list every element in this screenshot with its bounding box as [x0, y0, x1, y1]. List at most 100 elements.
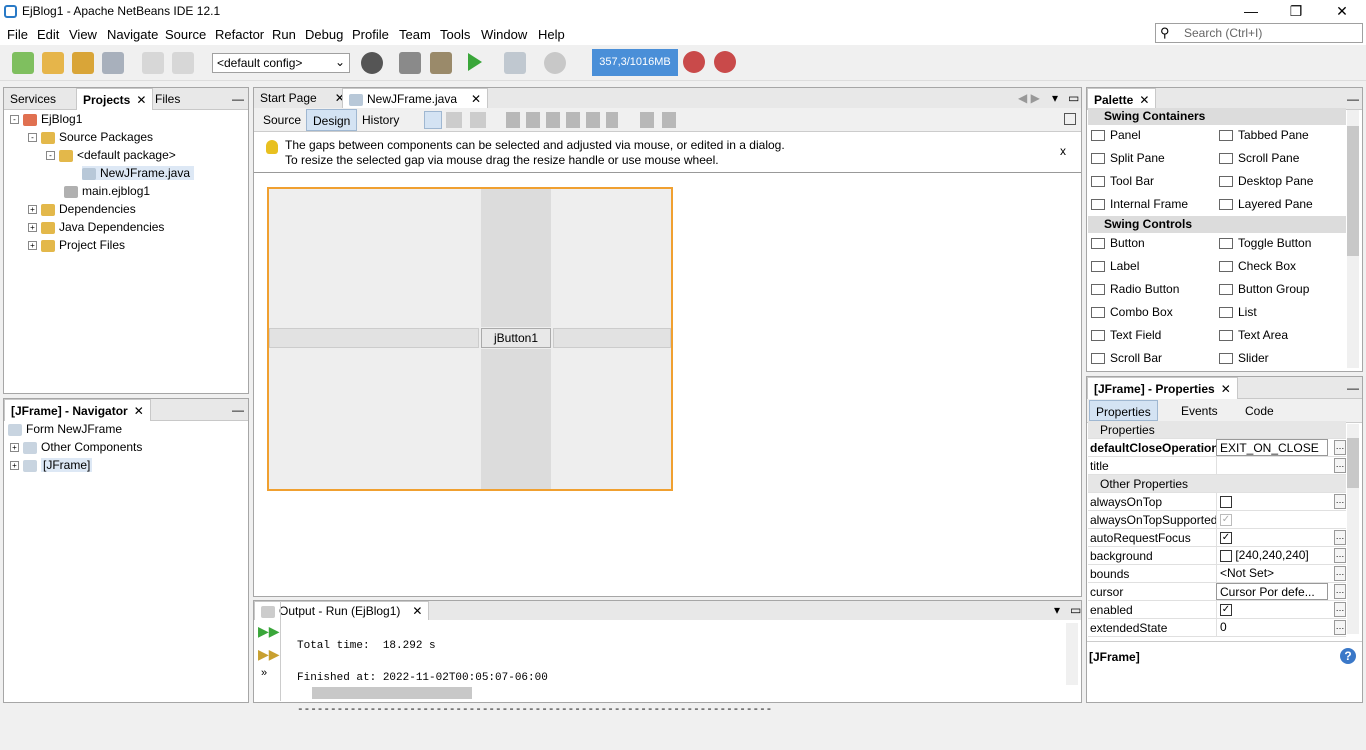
ellipsis-button[interactable]: …: [1334, 458, 1346, 473]
config-select[interactable]: <default config> ⌄: [212, 53, 350, 73]
expand-icon[interactable]: +: [28, 223, 37, 233]
vertical-scrollbar[interactable]: [1066, 623, 1078, 685]
prop-value[interactable]: 0: [1216, 619, 1328, 636]
new-file-icon[interactable]: [12, 52, 34, 74]
run-icon[interactable]: [468, 53, 482, 71]
palette-toggle-icon[interactable]: [1064, 113, 1076, 125]
jbutton1[interactable]: jButton1: [481, 328, 551, 348]
prop-value-dropdown[interactable]: Cursor Por defe...: [1216, 583, 1328, 600]
mode-source[interactable]: Source: [257, 109, 307, 131]
output-text[interactable]: Total time: 18.292 s Finished at: 2022-1…: [297, 622, 772, 750]
tab-services[interactable]: Services: [4, 88, 62, 110]
palette-label-item[interactable]: Label: [1091, 259, 1139, 273]
horizontal-scrollbar[interactable]: [312, 687, 472, 699]
palette-slider-item[interactable]: Slider: [1219, 351, 1269, 365]
resize-buttons-icon[interactable]: [640, 112, 676, 128]
mode-design[interactable]: Design: [306, 109, 358, 131]
close-icon[interactable]: ✕: [1221, 382, 1231, 396]
preview-design-icon[interactable]: [470, 112, 486, 128]
tree-item-main[interactable]: main.ejblog1: [64, 184, 150, 198]
align-buttons-icon[interactable]: [506, 112, 618, 128]
nav-item-other-components[interactable]: + Other Components: [10, 440, 142, 454]
tree-item-default-package[interactable]: - <default package>: [46, 148, 176, 162]
browser-icon[interactable]: [361, 52, 383, 74]
menu-team[interactable]: Team: [399, 27, 431, 42]
properties-scrollbar[interactable]: [1347, 424, 1359, 634]
minimize-panel-icon[interactable]: —: [226, 88, 250, 110]
palette-scroll-thumb[interactable]: [1347, 126, 1359, 256]
palette-scroll-pane-item[interactable]: Scroll Pane: [1219, 151, 1299, 165]
palette-desktop-pane-item[interactable]: Desktop Pane: [1219, 174, 1313, 188]
prop-row-extendedstate[interactable]: extendedState 0…: [1088, 619, 1346, 637]
palette-panel-item[interactable]: Panel: [1091, 128, 1141, 142]
prop-value[interactable]: <Not Set>: [1216, 565, 1328, 582]
save-all-icon[interactable]: [102, 52, 124, 74]
close-icon[interactable]: ✕: [1139, 93, 1149, 107]
palette-text-area-item[interactable]: Text Area: [1219, 328, 1288, 342]
gap-bottom[interactable]: [481, 349, 551, 489]
palette-tabbed-pane-item[interactable]: Tabbed Pane: [1219, 128, 1309, 142]
collapse-icon[interactable]: -: [46, 151, 55, 161]
gc-icon[interactable]: [683, 51, 705, 73]
tab-palette[interactable]: Palette ✕: [1087, 88, 1157, 110]
menu-edit[interactable]: Edit: [37, 27, 59, 42]
menu-window[interactable]: Window: [481, 27, 527, 42]
profile-ide-icon[interactable]: [714, 51, 736, 73]
palette-combo-box-item[interactable]: Combo Box: [1091, 305, 1173, 319]
rerun-params-icon[interactable]: ▶▶: [258, 646, 280, 663]
tree-item-source-packages[interactable]: - Source Packages: [28, 130, 153, 144]
palette-button-group-item[interactable]: Button Group: [1219, 282, 1309, 296]
palette-text-field-item[interactable]: Text Field: [1091, 328, 1161, 342]
tree-item-dependencies[interactable]: + Dependencies: [28, 202, 136, 216]
tab-code[interactable]: Code: [1239, 400, 1280, 421]
ellipsis-button[interactable]: …: [1334, 620, 1346, 635]
checkbox[interactable]: ✓: [1220, 603, 1232, 616]
profile-icon[interactable]: [544, 52, 566, 74]
nav-item-form[interactable]: Form NewJFrame: [8, 422, 122, 436]
palette-category-controls[interactable]: Swing Controls: [1088, 216, 1346, 233]
ellipsis-button[interactable]: …: [1334, 602, 1346, 617]
prop-row-alwaysontop[interactable]: alwaysOnTop…: [1088, 493, 1346, 511]
tree-item-java-dependencies[interactable]: + Java Dependencies: [28, 220, 164, 234]
menu-run[interactable]: Run: [272, 27, 296, 42]
prop-row-alwaysontopsupported[interactable]: alwaysOnTopSupported ✓: [1088, 511, 1346, 529]
section-other-properties[interactable]: Other Properties: [1088, 475, 1346, 493]
section-properties[interactable]: Properties: [1088, 421, 1346, 439]
prop-row-autorequestfocus[interactable]: autoRequestFocus ✓…: [1088, 529, 1346, 547]
palette-radio-button-item[interactable]: Radio Button: [1091, 282, 1179, 296]
tab-properties[interactable]: Properties: [1089, 400, 1158, 421]
palette-toggle-button-item[interactable]: Toggle Button: [1219, 236, 1311, 250]
ellipsis-button[interactable]: …: [1334, 584, 1346, 599]
palette-check-box-item[interactable]: Check Box: [1219, 259, 1296, 273]
properties-scroll-thumb[interactable]: [1347, 438, 1359, 488]
palette-split-pane-item[interactable]: Split Pane: [1091, 151, 1165, 165]
tab-projects[interactable]: Projects ✕: [76, 88, 154, 110]
checkbox[interactable]: [1220, 495, 1232, 508]
mode-history[interactable]: History: [356, 109, 405, 131]
prop-row-defaultcloseoperation[interactable]: defaultCloseOperation EXIT_ON_CLOSE…: [1088, 439, 1346, 457]
rerun-icon[interactable]: ▶▶: [258, 623, 280, 640]
palette-button-item[interactable]: Button: [1091, 236, 1145, 250]
clean-build-icon[interactable]: [430, 52, 452, 74]
ellipsis-button[interactable]: …: [1334, 566, 1346, 581]
design-form-jframe[interactable]: jButton1: [267, 187, 673, 491]
palette-internal-frame-item[interactable]: Internal Frame: [1091, 197, 1188, 211]
palette-category-containers[interactable]: Swing Containers: [1088, 108, 1346, 125]
menu-view[interactable]: View: [69, 27, 97, 42]
menu-file[interactable]: File: [7, 27, 28, 42]
close-icon[interactable]: ✕: [412, 604, 422, 618]
expand-icon[interactable]: +: [10, 443, 19, 453]
new-project-icon[interactable]: [42, 52, 64, 74]
maximize-icon[interactable]: ▭: [1062, 88, 1085, 108]
more-icon[interactable]: »: [261, 667, 267, 679]
palette-scroll-bar-item[interactable]: Scroll Bar: [1091, 351, 1162, 365]
tab-events[interactable]: Events: [1175, 400, 1224, 421]
tab-files[interactable]: Files: [149, 88, 186, 110]
palette-scrollbar[interactable]: [1347, 110, 1359, 368]
tab-navigator[interactable]: [JFrame] - Navigator ✕: [4, 399, 151, 421]
menu-profile[interactable]: Profile: [352, 27, 389, 42]
checkbox[interactable]: ✓: [1220, 531, 1232, 544]
memory-indicator[interactable]: 357,3/1016MB: [592, 49, 678, 76]
close-icon[interactable]: ✕: [471, 92, 481, 106]
prop-value[interactable]: [1216, 457, 1328, 474]
